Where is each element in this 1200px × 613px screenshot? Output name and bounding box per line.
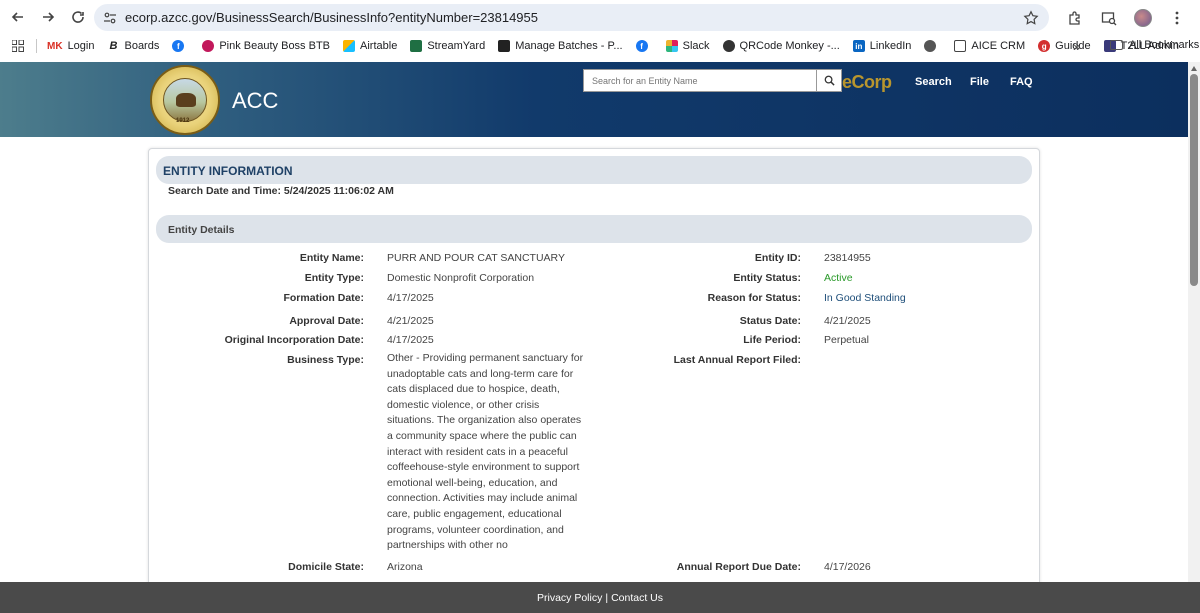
reason-for-status-value: In Good Standing [824,292,906,304]
bookmark-item[interactable]: B Boards [107,40,160,52]
facebook-icon: f [172,40,185,52]
bookmark-item[interactable]: AICE CRM [954,40,1025,52]
entity-details-header [156,215,1032,243]
reload-icon[interactable] [64,3,92,31]
folder-icon [1110,40,1123,50]
bookmark-item[interactable]: f [172,40,189,52]
facebook-icon: f [635,40,648,52]
bookmark-item[interactable]: Manage Batches - P... [498,40,623,52]
entity-name-label: Entity Name: [299,252,364,264]
slack-icon [665,40,678,52]
status-date-value: 4/21/2025 [824,315,871,327]
profile-avatar[interactable] [1132,7,1154,29]
entity-information-title: ENTITY INFORMATION [163,164,293,178]
scroll-up-arrow-icon[interactable] [1191,66,1197,71]
entity-details-title: Entity Details [168,224,235,236]
search-icon [824,75,835,86]
business-type-value: Other - Providing permanent sanctuary fo… [387,352,584,552]
pink-beauty-icon [202,40,215,52]
bookmark-item[interactable]: Pink Beauty Boss BTB [202,40,330,52]
cast-search-icon[interactable] [1098,7,1120,29]
bookmark-item[interactable]: in LinkedIn [852,40,911,52]
aice-crm-icon [954,40,967,52]
nav-search-link[interactable]: Search [915,76,952,88]
bookmark-star-icon[interactable] [1023,9,1039,26]
approval-date-label: Approval Date: [289,315,364,327]
bookmark-item[interactable]: Slack [665,40,710,52]
bookmark-item[interactable]: StreamYard [410,40,485,52]
entity-info-panel [148,148,1040,588]
entity-type-value: Domestic Nonprofit Corporation [387,272,535,284]
approval-date-value: 4/21/2025 [387,315,434,327]
seal-year: 1912 [176,118,190,124]
original-incorporation-date-label: Original Incorporation Date: [224,334,364,346]
apps-grid-icon[interactable] [12,40,24,52]
bookmark-item[interactable]: Airtable [343,40,397,52]
more-bookmarks-chevron-icon[interactable]: » [1073,38,1081,54]
entity-id-label: Entity ID: [754,252,801,264]
bookmarks-bar: MK Login B Boards f Pink Beauty Boss BTB… [0,34,1200,58]
bookmark-item[interactable]: MK Login [47,40,94,52]
streamyard-icon [410,40,423,52]
url-text[interactable]: ecorp.azcc.gov/BusinessSearch/BusinessIn… [125,10,1023,25]
qrcode-monkey-icon [722,40,735,52]
search-date-time: Search Date and Time: 5/24/2025 11:06:02… [168,185,394,197]
status-date-label: Status Date: [739,315,801,327]
menu-kebab-icon[interactable] [1166,7,1188,29]
formation-date-value: 4/17/2025 [387,292,434,304]
entity-type-label: Entity Type: [304,272,364,284]
entity-id-value: 23814955 [824,252,871,264]
site-info-icon[interactable] [103,11,117,25]
manage-batches-icon [498,40,511,52]
life-period-value: Perpetual [824,334,869,346]
mk-logo-icon: MK [47,40,63,52]
boards-logo-icon: B [109,40,118,52]
guidde-icon: g [1038,40,1051,52]
address-bar[interactable]: ecorp.azcc.gov/BusinessSearch/BusinessIn… [94,4,1049,31]
business-type-label: Business Type: [287,354,364,366]
all-bookmarks-button[interactable]: All Bookmarks [1110,39,1199,51]
annual-report-due-date-label: Annual Report Due Date: [676,561,801,573]
entity-name-value: PURR AND POUR CAT SANCTUARY [387,252,565,264]
last-annual-report-filed-label: Last Annual Report Filed: [673,354,801,366]
site-title[interactable]: ACC [232,88,278,114]
toolbar-right [1064,4,1200,31]
entity-search-input[interactable] [583,69,817,92]
original-incorporation-date-value: 4/17/2025 [387,334,434,346]
linkedin-icon: in [852,40,865,52]
airtable-icon [343,40,356,52]
nav-faq-link[interactable]: FAQ [1010,76,1033,88]
search-button[interactable] [817,69,842,92]
acc-seal-logo[interactable]: 1912 [150,65,220,135]
domicile-state-label: Domicile State: [288,561,364,573]
footer-separator: | [605,591,609,604]
bookmark-item[interactable]: QRCode Monkey -... [722,40,840,52]
bookmark-item[interactable]: g Guidde [1038,40,1091,52]
contact-us-link[interactable]: Contact Us [611,592,663,604]
bookmark-separator [36,39,37,53]
bookmark-item[interactable] [924,40,941,52]
privacy-policy-link[interactable]: Privacy Policy [537,592,602,604]
entity-status-label: Entity Status: [733,272,801,284]
site-header: 1912 ACC eCorp Search File FAQ [0,62,1188,137]
deer-icon [176,93,196,107]
site-footer: Privacy Policy | Contact Us [0,582,1200,613]
formation-date-label: Formation Date: [283,292,364,304]
scrollbar-thumb[interactable] [1190,74,1198,286]
globe-icon [924,40,937,52]
annual-report-due-date-value: 4/17/2026 [824,561,871,573]
back-icon[interactable] [4,3,32,31]
entity-status-value: Active [824,272,853,284]
nav-file-link[interactable]: File [970,76,989,88]
forward-icon[interactable] [34,3,62,31]
domicile-state-value: Arizona [387,561,423,573]
life-period-label: Life Period: [743,334,801,346]
extensions-icon[interactable] [1064,7,1086,29]
ecorp-brand[interactable]: eCorp [842,72,892,93]
bookmark-item[interactable]: f [635,40,653,52]
seal-inner [163,78,207,122]
page-scrollbar[interactable] [1188,62,1200,582]
reason-for-status-label: Reason for Status: [707,292,801,304]
